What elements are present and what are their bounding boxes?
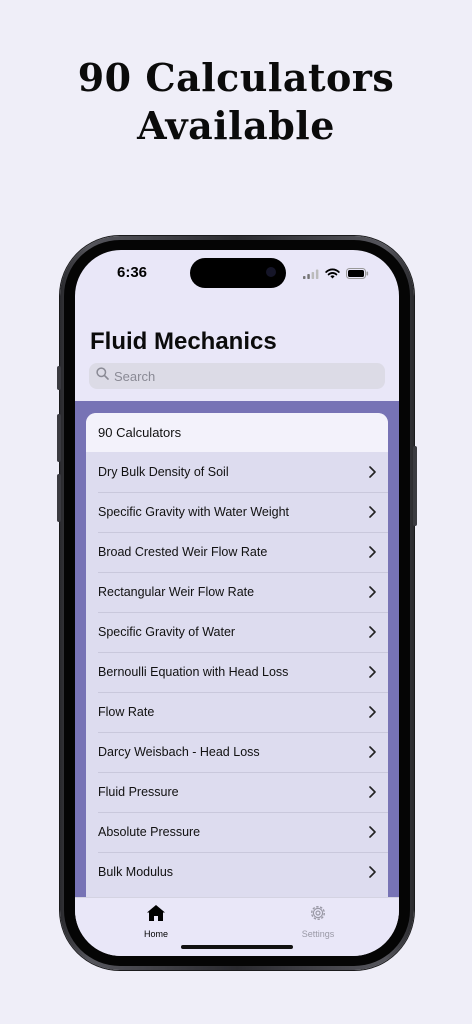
power-button bbox=[413, 446, 417, 526]
list-item-label: Bulk Modulus bbox=[98, 865, 174, 879]
volume-down-button bbox=[57, 474, 61, 522]
dynamic-island bbox=[190, 258, 286, 288]
phone-screen: 6:36 Fluid Mechanics Search 90 Calculato… bbox=[75, 250, 399, 956]
list-item[interactable]: Rectangular Weir Flow Rate bbox=[86, 572, 388, 612]
tab-home-label: Home bbox=[143, 929, 168, 939]
chevron-right-icon bbox=[369, 866, 376, 881]
tab-settings-label: Settings bbox=[301, 929, 335, 939]
chevron-right-icon bbox=[369, 706, 376, 721]
list-item[interactable]: Specific Gravity of Water bbox=[86, 612, 388, 652]
action-button bbox=[57, 366, 61, 390]
list-item[interactable]: Absolute Pressure bbox=[86, 812, 388, 852]
chevron-right-icon bbox=[369, 586, 376, 601]
search-icon bbox=[89, 367, 109, 385]
chevron-right-icon bbox=[369, 626, 376, 641]
chevron-right-icon bbox=[369, 746, 376, 761]
cellular-icon bbox=[303, 266, 319, 284]
list-item-label: Dry Bulk Density of Soil bbox=[98, 465, 229, 479]
status-bar: 6:36 bbox=[75, 250, 399, 300]
wifi-icon bbox=[325, 266, 340, 284]
list-item[interactable]: Bulk Modulus bbox=[86, 852, 388, 892]
list-item[interactable]: Broad Crested Weir Flow Rate bbox=[86, 532, 388, 572]
tab-home[interactable]: Home bbox=[126, 904, 186, 939]
status-time: 6:36 bbox=[117, 264, 148, 281]
list-item[interactable]: Flow Rate bbox=[86, 692, 388, 732]
list-item-label: Specific Gravity with Water Weight bbox=[98, 505, 290, 519]
calculator-list: 90 Calculators Dry Bulk Density of Soil … bbox=[86, 413, 388, 913]
chevron-right-icon bbox=[369, 826, 376, 841]
page-title: Fluid Mechanics bbox=[90, 328, 277, 355]
chevron-right-icon bbox=[369, 466, 376, 481]
list-item-label: Flow Rate bbox=[98, 705, 155, 719]
home-icon bbox=[146, 905, 166, 926]
home-indicator bbox=[181, 945, 293, 949]
tab-settings[interactable]: Settings bbox=[288, 904, 348, 939]
list-item-label: Rectangular Weir Flow Rate bbox=[98, 585, 255, 599]
volume-up-button bbox=[57, 414, 61, 462]
list-item-label: Bernoulli Equation with Head Loss bbox=[98, 665, 289, 679]
battery-icon bbox=[346, 266, 369, 284]
list-item[interactable]: Darcy Weisbach - Head Loss bbox=[86, 732, 388, 772]
list-item[interactable]: Dry Bulk Density of Soil bbox=[86, 452, 388, 492]
chevron-right-icon bbox=[369, 506, 376, 521]
search-bar[interactable]: Search bbox=[89, 363, 385, 389]
chevron-right-icon bbox=[369, 786, 376, 801]
promo-title-line-2: Available bbox=[137, 103, 335, 148]
content-area: 90 Calculators Dry Bulk Density of Soil … bbox=[75, 401, 399, 913]
chevron-right-icon bbox=[369, 546, 376, 561]
search-input[interactable]: Search bbox=[114, 369, 155, 384]
list-item-label: Broad Crested Weir Flow Rate bbox=[98, 545, 268, 559]
list-item-label: Darcy Weisbach - Head Loss bbox=[98, 745, 260, 759]
promo-title: 90 Calculators Available bbox=[0, 54, 472, 150]
list-item[interactable]: Fluid Pressure bbox=[86, 772, 388, 812]
promo-title-line-1: 90 Calculators bbox=[77, 55, 395, 100]
list-item[interactable]: Bernoulli Equation with Head Loss bbox=[86, 652, 388, 692]
status-icons bbox=[303, 266, 369, 284]
list-item-label: Absolute Pressure bbox=[98, 825, 201, 839]
list-item-label: Fluid Pressure bbox=[98, 785, 179, 799]
list-header: 90 Calculators bbox=[86, 413, 388, 452]
list-item[interactable]: Specific Gravity with Water Weight bbox=[86, 492, 388, 532]
list-item-label: Specific Gravity of Water bbox=[98, 625, 236, 639]
gear-icon bbox=[309, 905, 327, 926]
chevron-right-icon bbox=[369, 666, 376, 681]
